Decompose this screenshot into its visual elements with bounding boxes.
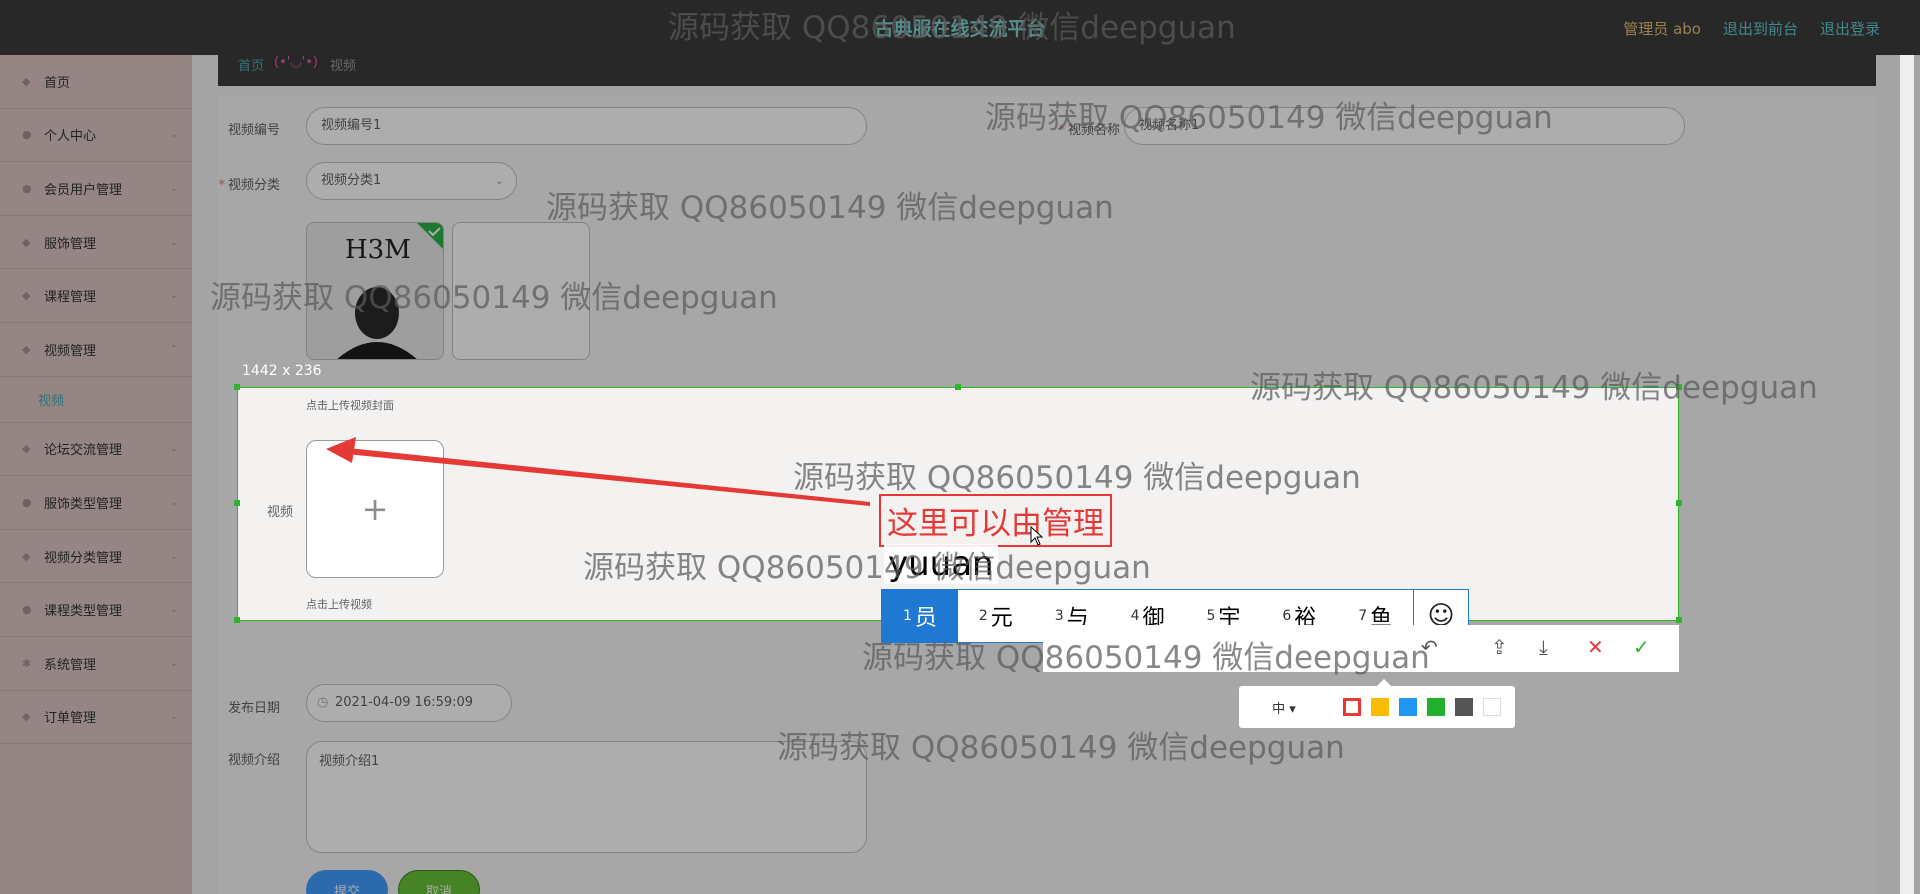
font-size-select[interactable]: 中 ▾ (1253, 698, 1315, 718)
share-icon[interactable]: ⇪ (1491, 635, 1508, 659)
candidate-number: 7 (1358, 608, 1368, 624)
color-swatch-red[interactable] (1343, 698, 1361, 716)
palette-pointer (1377, 679, 1391, 686)
ime-candidate[interactable]: 1员 (882, 590, 958, 642)
color-swatch-green[interactable] (1427, 698, 1445, 716)
download-icon[interactable]: ⤓ (1539, 635, 1548, 659)
color-swatch-white[interactable] (1483, 698, 1501, 716)
color-swatch-blue[interactable] (1399, 698, 1417, 716)
close-icon[interactable]: ✕ (1587, 635, 1604, 659)
candidate-number: 4 (1130, 608, 1140, 624)
candidate-number: 6 (1282, 608, 1292, 624)
text-annotation[interactable]: 这里可以由管理 (879, 494, 1112, 547)
candidate-number: 2 (978, 608, 988, 624)
arrow-annotation-icon (326, 437, 870, 506)
color-swatch-gray[interactable] (1455, 698, 1473, 716)
candidate-number: 5 (1206, 608, 1216, 624)
candidate-number: 1 (902, 608, 912, 624)
ime-candidate[interactable]: 2元 (958, 590, 1034, 642)
color-swatch-yellow[interactable] (1371, 698, 1389, 716)
scrollbar[interactable] (1900, 55, 1914, 894)
candidate-char: 元 (990, 606, 1013, 631)
mouse-cursor-icon (1030, 526, 1044, 546)
ime-composition: yuuan (884, 544, 998, 584)
candidate-char: 员 (914, 606, 937, 631)
candidate-number: 3 (1054, 608, 1064, 624)
confirm-icon[interactable]: ✓ (1633, 635, 1650, 659)
font-size-value: 中 (1272, 702, 1286, 717)
screenshot-toolbar: ↶ ⇪ ⤓ ✕ ✓ (1043, 625, 1679, 672)
undo-icon[interactable]: ↶ (1421, 635, 1438, 659)
color-palette: 中 ▾ (1239, 679, 1515, 728)
